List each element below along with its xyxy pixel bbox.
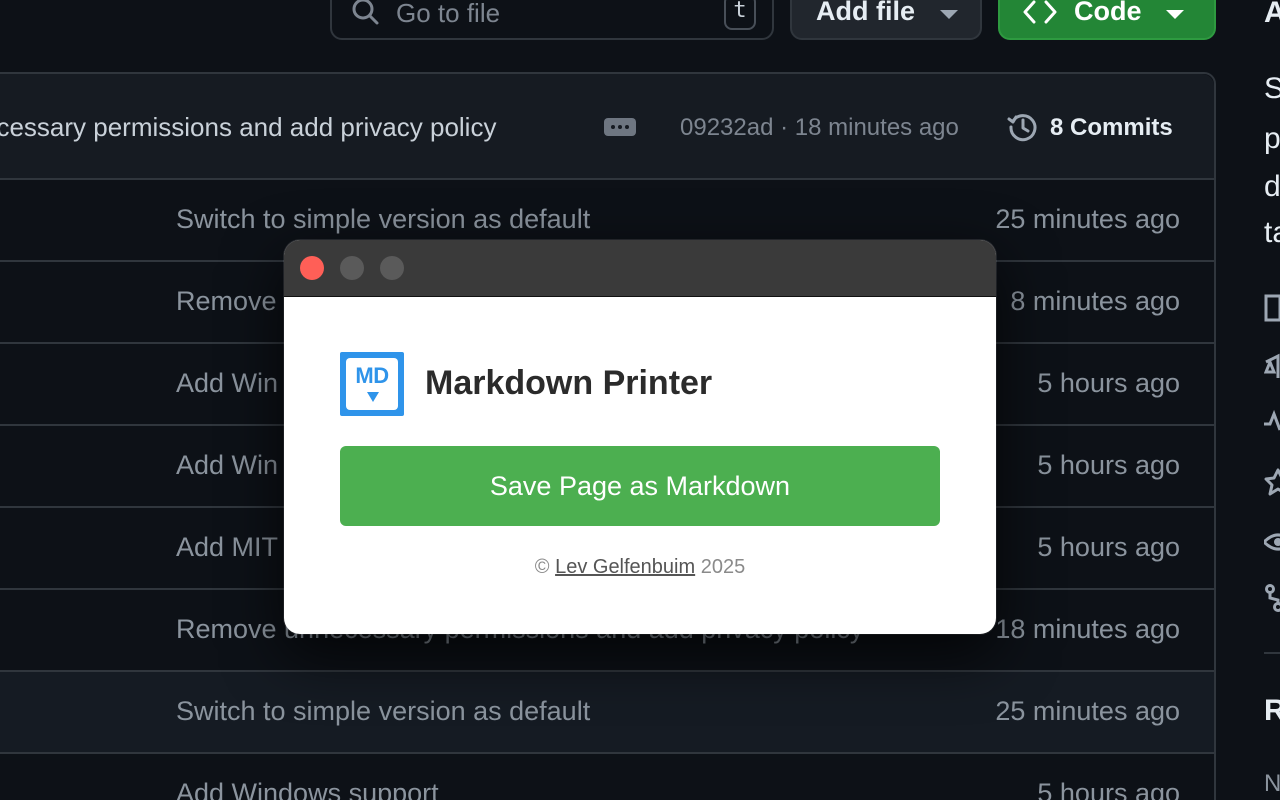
releases-text: N	[1264, 770, 1280, 797]
commit-time: 25 minutes ago	[995, 696, 1180, 726]
repo-toolbar: Go to file t Add file Code	[0, 0, 1280, 60]
chevron-down-icon	[940, 10, 958, 19]
commits-link[interactable]: 8 Commits	[1050, 114, 1173, 142]
latest-commit-bar: ecessary permissions and add privacy pol…	[0, 74, 1214, 180]
arrow-down-icon	[367, 392, 379, 402]
commit-message-link[interactable]: Switch to simple version as default	[176, 696, 590, 727]
code-label: Code	[1074, 0, 1142, 26]
code-button[interactable]: Code	[998, 0, 1216, 40]
app-title: Markdown Printer	[425, 364, 713, 402]
commit-message-link[interactable]: Add Win	[176, 368, 278, 399]
ellipsis-icon[interactable]	[604, 118, 636, 136]
about-description-line: d	[1264, 170, 1280, 203]
keyboard-shortcut-hint: t	[724, 0, 756, 30]
commit-time: 5 hours ago	[1037, 532, 1180, 562]
commit-message-link[interactable]: Switch to simple version as default	[176, 204, 590, 235]
copyright-year: 2025	[700, 556, 746, 578]
add-file-button[interactable]: Add file	[790, 0, 982, 40]
about-description-line: p	[1264, 122, 1280, 155]
search-icon	[352, 0, 379, 25]
copyright-symbol: ©	[534, 556, 550, 578]
releases-heading: R	[1264, 694, 1280, 727]
search-placeholder: Go to file	[396, 0, 501, 28]
commit-message-link[interactable]: Add Windows support	[176, 778, 439, 800]
about-description-line: ta	[1264, 216, 1280, 249]
about-description-line: S	[1264, 72, 1280, 105]
table-row: Switch to simple version as default 25 m…	[0, 672, 1214, 754]
window-titlebar	[284, 240, 996, 297]
save-page-button[interactable]: Save Page as Markdown	[340, 446, 940, 526]
markdown-logo-icon: MD	[340, 352, 404, 416]
chevron-down-icon	[1166, 10, 1184, 19]
commit-time: 5 hours ago	[1037, 368, 1180, 398]
latest-commit-message[interactable]: ecessary permissions and add privacy pol…	[0, 112, 496, 143]
about-sidebar: A S p d ta R N	[1234, 0, 1280, 800]
commit-message-link[interactable]: Remove	[176, 286, 277, 317]
book-icon	[1264, 294, 1280, 322]
about-heading: A	[1264, 0, 1280, 29]
screen: Go to file t Add file Code ecessary perm…	[0, 0, 1280, 800]
star-icon	[1264, 468, 1280, 496]
fork-icon	[1265, 584, 1280, 612]
commit-time: 5 hours ago	[1037, 778, 1180, 800]
logo-text: MD	[355, 363, 389, 388]
eye-icon	[1264, 533, 1280, 551]
commit-hash-time[interactable]: 09232ad · 18 minutes ago	[680, 114, 959, 142]
add-file-label: Add file	[816, 0, 915, 26]
commit-message-link[interactable]: Add MIT	[176, 532, 278, 563]
commit-time: 8 minutes ago	[1010, 286, 1180, 316]
commit-time: 18 minutes ago	[995, 614, 1180, 644]
code-icon	[1023, 0, 1057, 24]
minimize-window-button[interactable]	[340, 256, 364, 280]
pulse-icon	[1264, 409, 1280, 431]
popup-footer: © Lev Gelfenbuim 2025	[284, 556, 996, 579]
table-row: Add Windows support 5 hours ago	[0, 754, 1214, 800]
sidebar-divider	[1264, 652, 1280, 654]
close-window-button[interactable]	[300, 256, 324, 280]
go-to-file-input[interactable]: Go to file t	[330, 0, 774, 40]
maximize-window-button[interactable]	[380, 256, 404, 280]
author-link[interactable]: Lev Gelfenbuim	[555, 556, 695, 578]
extension-popup: MD Markdown Printer Save Page as Markdow…	[284, 240, 996, 634]
commit-time: 5 hours ago	[1037, 450, 1180, 480]
history-icon	[1007, 114, 1037, 142]
commit-time: 25 minutes ago	[995, 204, 1180, 234]
scale-icon	[1264, 353, 1280, 378]
commit-message-link[interactable]: Add Win	[176, 450, 278, 481]
